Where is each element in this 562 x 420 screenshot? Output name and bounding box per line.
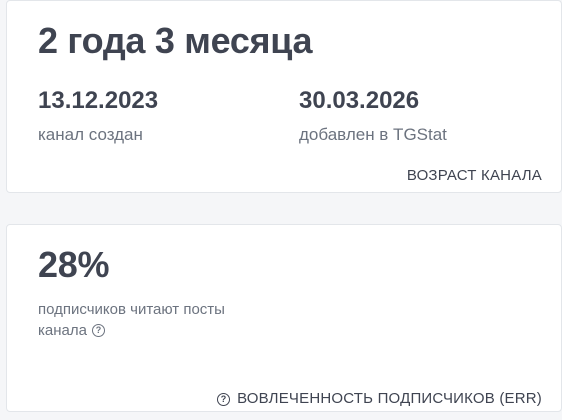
engagement-description-text: подписчиков читают посты канала	[38, 301, 225, 339]
channel-age-card: 2 года 3 месяца 13.12.2023 канал создан …	[6, 0, 562, 193]
created-date: 13.12.2023	[38, 87, 159, 114]
created-label: канал создан	[38, 125, 143, 144]
engagement-title[interactable]: ? ВОВЛЕЧЕННОСТЬ ПОДПИСЧИКОВ (ERR)	[217, 389, 542, 409]
added-label: добавлен в TGStat	[299, 125, 447, 144]
engagement-value: 28%	[38, 244, 110, 285]
engagement-card: 28% подписчиков читают посты канала? ? В…	[6, 224, 562, 412]
question-circle-icon[interactable]: ?	[217, 392, 231, 406]
channel-age-value: 2 года 3 месяца	[38, 20, 313, 61]
question-circle-icon[interactable]: ?	[91, 323, 105, 337]
channel-age-title: ВОЗРАСТ КАНАЛА	[406, 167, 542, 184]
engagement-description: подписчиков читают посты канала?	[38, 299, 268, 341]
added-date: 30.03.2026	[299, 87, 420, 114]
engagement-title-label: ВОВЛЕЧЕННОСТЬ ПОДПИСЧИКОВ (ERR)	[237, 390, 542, 407]
